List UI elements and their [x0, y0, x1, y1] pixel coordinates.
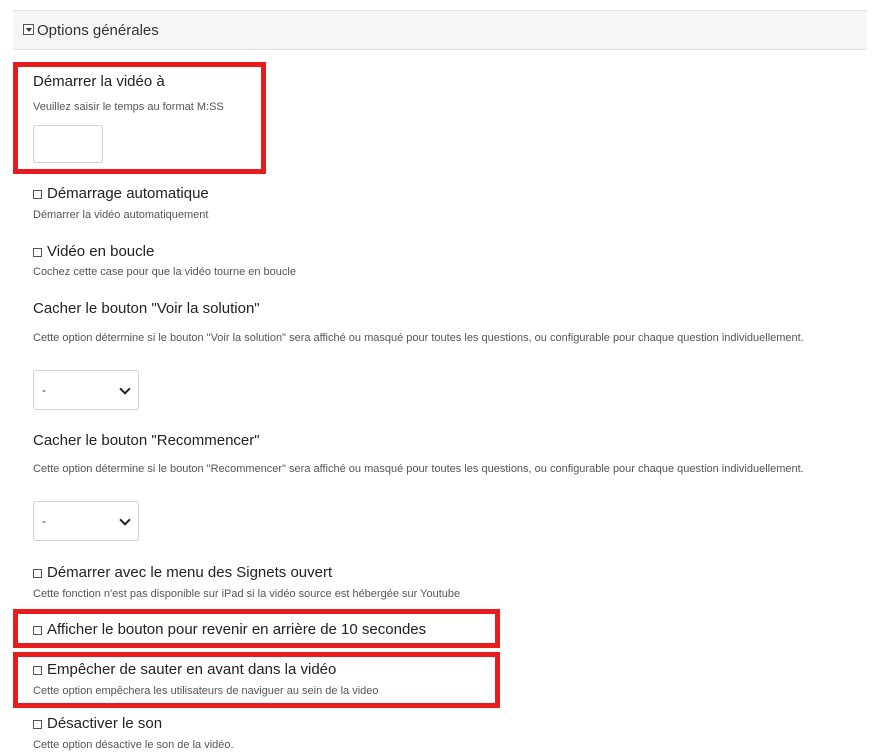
- autoplay-label: Démarrage automatique: [47, 185, 209, 202]
- loop-checkbox[interactable]: [33, 248, 42, 257]
- hide-retry-select[interactable]: -: [33, 501, 139, 541]
- bookmarks-label: Démarrer avec le menu des Signets ouvert: [47, 564, 333, 581]
- loop-label: Vidéo en boucle: [47, 243, 155, 260]
- hide-solution-select[interactable]: -: [33, 370, 139, 410]
- loop-desc: Cochez cette case pour que la vidéo tour…: [33, 266, 296, 278]
- mute-desc: Cette option désactive le son de la vidé…: [33, 739, 234, 751]
- panel-title: Options générales: [37, 22, 159, 39]
- collapse-toggle-icon[interactable]: [23, 24, 34, 35]
- chevron-down-icon: [119, 514, 131, 526]
- bookmarks-checkbox[interactable]: [33, 569, 42, 578]
- start-time-highlight: [13, 62, 266, 174]
- mute-label: Désactiver le son: [47, 715, 163, 732]
- mute-checkbox[interactable]: [33, 720, 42, 729]
- prevent-skip-highlight: [13, 652, 500, 708]
- autoplay-checkbox[interactable]: [33, 190, 42, 199]
- hide-solution-label: Cacher le bouton "Voir la solution": [33, 300, 260, 317]
- autoplay-desc: Démarrer la vidéo automatiquement: [33, 209, 209, 221]
- hide-solution-desc: Cette option détermine si le bouton "Voi…: [33, 332, 804, 344]
- panel-header[interactable]: Options générales: [13, 10, 867, 50]
- hide-retry-label: Cacher le bouton "Recommencer": [33, 432, 260, 449]
- chevron-down-icon: [119, 383, 131, 395]
- hide-retry-select-value: -: [42, 514, 46, 528]
- bookmarks-desc: Cette fonction n'est pas disponible sur …: [33, 588, 461, 600]
- rewind-highlight: [13, 609, 500, 648]
- hide-retry-desc: Cette option détermine si le bouton "Rec…: [33, 463, 804, 475]
- hide-solution-select-value: -: [42, 383, 46, 397]
